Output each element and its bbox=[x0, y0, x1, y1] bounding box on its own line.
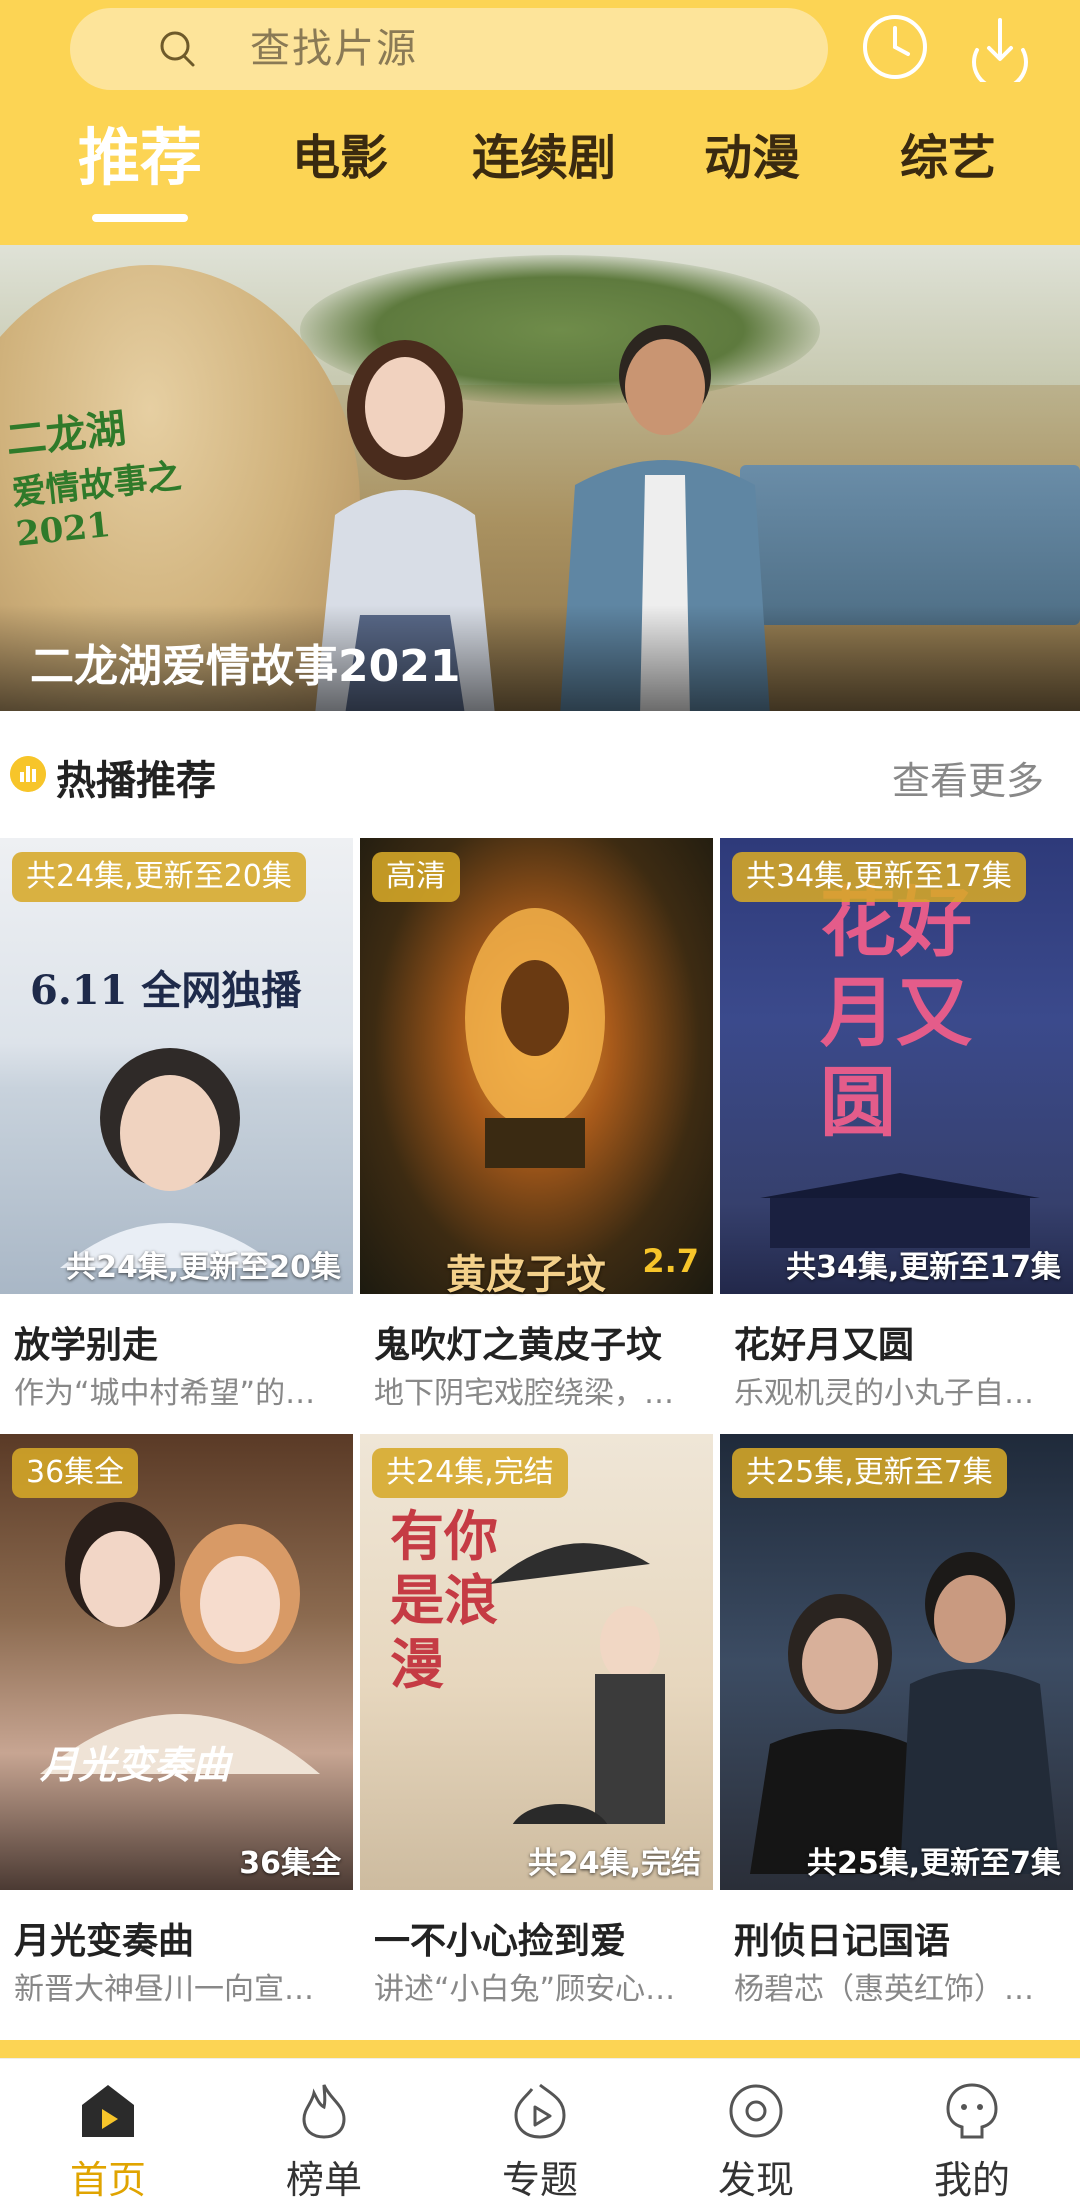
video-card[interactable]: 花好月又圆 共34集,更新至17集 共34集,更新至17集 花好月又圆 乐观机灵… bbox=[720, 838, 1073, 1438]
promo-strip bbox=[0, 2040, 1080, 2058]
nav-home[interactable]: 首页 bbox=[0, 2059, 216, 2202]
top-header: 查找片源 推荐 电影 连续剧 动漫 综艺 bbox=[0, 0, 1080, 245]
bottom-navigation: 首页 榜单 专题 发现 我的 bbox=[0, 2058, 1080, 2202]
flame-icon bbox=[302, 2084, 346, 2139]
card-description: 新晋大神昼川一向宣… bbox=[14, 1972, 314, 2007]
poster-image: 6.11 全网独播 bbox=[0, 838, 353, 1294]
video-card[interactable]: 有你是浪漫 共24集,完结 共24集,完结 一不小心捡到爱 讲述“小白兔”顾安心… bbox=[360, 1434, 713, 2034]
card-description: 乐观机灵的小丸子自… bbox=[734, 1376, 1034, 1411]
video-card[interactable]: 共25集,更新至7集 共25集,更新至7集 刑侦日记国语 杨碧芯（惠英红饰）… bbox=[720, 1434, 1073, 2034]
episode-badge: 共24集,更新至20集 bbox=[12, 852, 306, 902]
nav-label: 首页 bbox=[69, 2158, 146, 2202]
video-card[interactable]: 6.11 全网独播 共24集,更新至20集 共24集,更新至20集 放学别走 作… bbox=[0, 838, 353, 1438]
discover-icon bbox=[729, 2084, 783, 2138]
card-description: 讲述“小白兔”顾安心… bbox=[374, 1972, 676, 2007]
banner-truck bbox=[740, 465, 1080, 625]
poster-image bbox=[720, 1434, 1073, 1890]
episode-badge: 36集全 bbox=[12, 1448, 139, 1498]
tab-anime[interactable]: 动漫 bbox=[692, 118, 812, 198]
episode-badge: 共34集,更新至17集 bbox=[732, 852, 1026, 902]
app-screen: 查找片源 推荐 电影 连续剧 动漫 综艺 二龙湖 爱情故事之2021 二龙湖爱情… bbox=[0, 0, 1080, 2202]
poster-art-text: 花好月又圆 bbox=[820, 878, 972, 1147]
tab-recommend[interactable]: 推荐 bbox=[72, 118, 208, 198]
hero-banner[interactable]: 二龙湖 爱情故事之2021 二龙湖爱情故事2021 bbox=[0, 245, 1080, 711]
section-title: 热播推荐 bbox=[56, 758, 216, 804]
episode-status: 共25集,更新至7集 bbox=[806, 1846, 1061, 1881]
search-bar[interactable]: 查找片源 bbox=[70, 8, 828, 90]
banner-caption: 二龙湖爱情故事2021 bbox=[30, 641, 461, 692]
episode-badge: 共25集,更新至7集 bbox=[732, 1448, 1007, 1498]
topic-play-icon bbox=[514, 2083, 566, 2139]
video-card[interactable]: 高清 黄皮子坟 2.7 鬼吹灯之黄皮子坟 地下阴宅戏腔绕梁，… bbox=[360, 838, 713, 1438]
rating-score: 2.7 bbox=[642, 1242, 699, 1280]
active-tab-indicator bbox=[92, 214, 188, 222]
category-tabs: 推荐 电影 连续剧 动漫 综艺 bbox=[0, 118, 1080, 222]
episode-status: 共24集,更新至20集 bbox=[66, 1250, 341, 1285]
poster-figure bbox=[465, 908, 605, 1168]
nav-label: 榜单 bbox=[285, 2158, 362, 2202]
poster-image: 花好月又圆 bbox=[720, 838, 1073, 1294]
nav-label: 我的 bbox=[933, 2158, 1010, 2202]
episode-badge: 共24集,完结 bbox=[372, 1448, 568, 1498]
profile-icon bbox=[946, 2083, 998, 2139]
history-clock-icon[interactable] bbox=[860, 12, 930, 82]
poster-figure bbox=[40, 1502, 320, 1774]
poster-title-text: 黄皮子坟 bbox=[446, 1251, 606, 1298]
poster-art-text: 6.11 全网独播 bbox=[30, 967, 302, 1014]
episode-status: 共34集,更新至17集 bbox=[786, 1250, 1061, 1285]
nav-ranking[interactable]: 榜单 bbox=[216, 2059, 432, 2202]
card-title: 花好月又圆 bbox=[734, 1325, 915, 1366]
nav-profile[interactable]: 我的 bbox=[864, 2059, 1080, 2202]
poster-figure bbox=[750, 1552, 1060, 1874]
nav-label: 发现 bbox=[717, 2158, 794, 2202]
nav-discover[interactable]: 发现 bbox=[648, 2059, 864, 2202]
quality-badge: 高清 bbox=[372, 852, 460, 902]
nav-label: 专题 bbox=[501, 2158, 578, 2202]
poster-image: 有你是浪漫 bbox=[360, 1434, 713, 1890]
card-title: 月光变奏曲 bbox=[14, 1921, 195, 1962]
poster-figure bbox=[490, 1543, 665, 1824]
tab-variety[interactable]: 综艺 bbox=[888, 118, 1008, 198]
search-placeholder: 查找片源 bbox=[250, 26, 418, 72]
episode-status: 36集全 bbox=[239, 1846, 341, 1881]
poster-building bbox=[760, 1173, 1040, 1248]
video-card[interactable]: 月光变奏曲 36集全 36集全 月光变奏曲 新晋大神昼川一向宣… bbox=[0, 1434, 353, 2034]
card-description: 作为“城中村希望”的… bbox=[14, 1376, 316, 1411]
card-description: 地下阴宅戏腔绕梁，… bbox=[374, 1376, 674, 1411]
card-title: 一不小心捡到爱 bbox=[374, 1921, 627, 1962]
poster-image bbox=[360, 838, 713, 1294]
see-more-link[interactable]: 查看更多 bbox=[892, 750, 1044, 805]
download-icon[interactable] bbox=[965, 12, 1035, 82]
episode-status: 共24集,完结 bbox=[527, 1846, 701, 1881]
poster-figure bbox=[60, 1048, 280, 1268]
poster-art-text: 月光变奏曲 bbox=[40, 1742, 231, 1787]
banner-logo: 二龙湖 爱情故事之2021 bbox=[3, 382, 267, 555]
card-title: 刑侦日记国语 bbox=[734, 1921, 951, 1962]
nav-topics[interactable]: 专题 bbox=[432, 2059, 648, 2202]
search-icon bbox=[160, 31, 195, 67]
hot-section-header: 热播推荐 查看更多 bbox=[0, 740, 1080, 810]
tab-series[interactable]: 连续剧 bbox=[464, 118, 624, 198]
card-title: 鬼吹灯之黄皮子坟 bbox=[374, 1325, 663, 1366]
tab-movie[interactable]: 电影 bbox=[280, 118, 400, 198]
poster-image: 月光变奏曲 bbox=[0, 1434, 353, 1890]
hot-bars-icon bbox=[10, 756, 46, 792]
card-title: 放学别走 bbox=[14, 1325, 159, 1366]
card-description: 杨碧芯（惠英红饰）… bbox=[734, 1972, 1034, 2007]
home-play-icon bbox=[82, 2085, 134, 2137]
